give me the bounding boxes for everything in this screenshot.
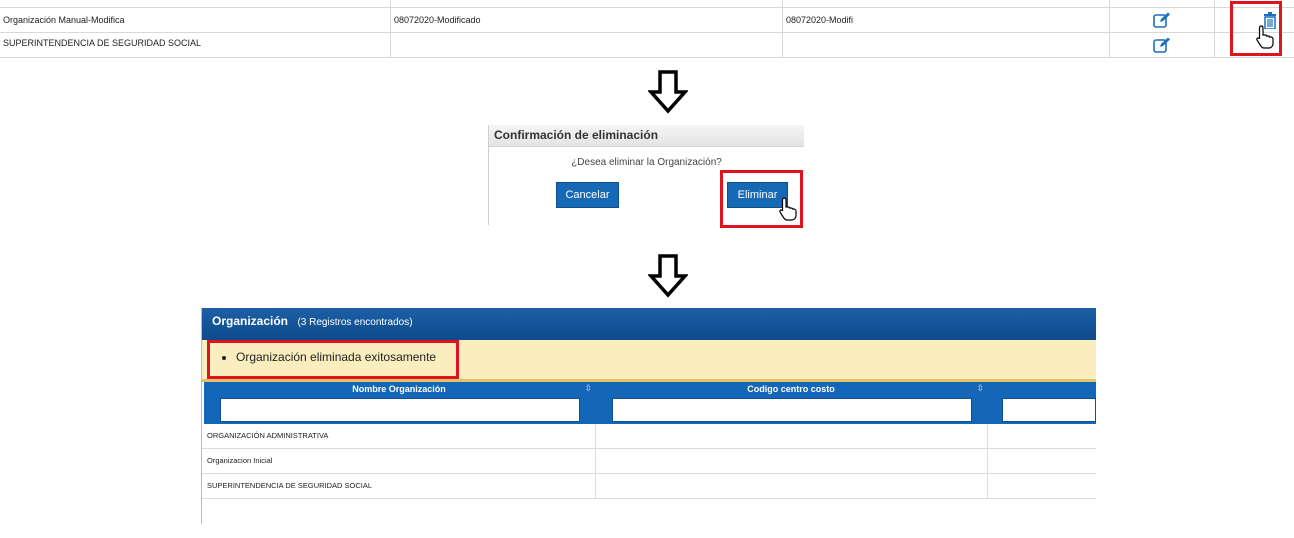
org-name-cell: SUPERINTENDENCIA DE SEGURIDAD SOCIAL [3,38,202,48]
org-name-cell: Organización Manual-Modifica [3,15,125,25]
org-code2-cell: 08072020-Modifi [782,8,1109,32]
extra-filter-input[interactable] [1002,398,1096,422]
down-arrow-icon [648,70,688,114]
column-header-name[interactable]: Nombre Organización ⇳ [204,382,594,424]
org-name-cell: ORGANIZACIÓN ADMINISTRATIVA [202,424,596,449]
hand-cursor-icon [1256,25,1274,49]
down-arrow-icon [648,254,688,298]
org-code-cell: 08072020-Modificado [390,8,782,32]
table-row[interactable]: ORGANIZACIÓN ADMINISTRATIVA [202,424,1096,449]
panel-header: Organización (3 Registros encontrados) [202,308,1096,340]
sort-icon[interactable]: ⇳ [584,383,592,394]
grid-header: Nombre Organización ⇳ Codigo centro cost… [204,382,1096,424]
org-code2-cell [782,33,1109,57]
column-header-code[interactable]: Codigo centro costo ⇳ [596,382,986,424]
hand-cursor-icon [779,197,797,221]
sort-icon[interactable]: ⇳ [976,383,984,394]
table-row: SUPERINTENDENCIA DE SEGURIDAD SOCIAL [0,33,1294,58]
record-count: (3 Registros encontrados) [297,317,413,328]
name-filter-input[interactable] [220,398,580,422]
dialog-title: Confirmación de eliminación [489,125,804,147]
edit-icon[interactable] [1153,12,1171,28]
org-name-cell: SUPERINTENDENCIA DE SEGURIDAD SOCIAL [202,474,596,499]
panel-title: Organización [212,314,289,328]
cancel-button[interactable]: Cancelar [556,182,619,208]
highlight-success-message [207,340,459,379]
table-row: Organización Manual-Modifica 08072020-Mo… [0,8,1294,33]
edit-icon[interactable] [1153,37,1171,53]
table-row[interactable]: Organizacion Inicial [202,449,1096,474]
code-filter-input[interactable] [612,398,972,422]
table-row[interactable]: SUPERINTENDENCIA DE SEGURIDAD SOCIAL [202,474,1096,499]
dialog-question: ¿Desea eliminar la Organización? [571,157,722,168]
column-header-extra[interactable] [988,382,1096,424]
org-name-cell: Organizacion Inicial [202,449,596,474]
org-code-cell [390,33,782,57]
table-row [0,0,1294,8]
